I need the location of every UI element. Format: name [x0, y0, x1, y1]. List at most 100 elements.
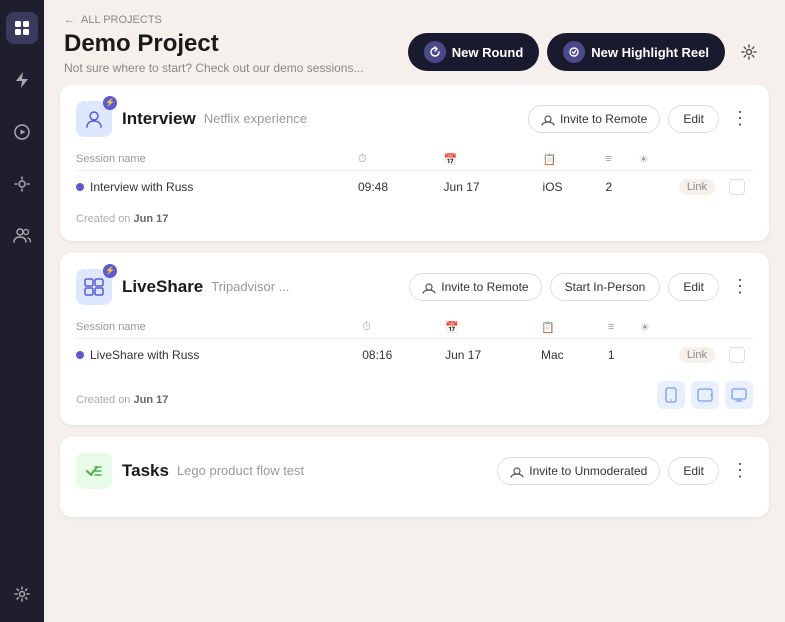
session-dot: [76, 183, 84, 191]
liveshare-start-button[interactable]: Start In-Person: [550, 273, 661, 301]
sidebar-icon-people[interactable]: [6, 220, 38, 252]
interview-more-button[interactable]: ⋮: [727, 106, 753, 131]
liveshare-card-icon: ⚡: [76, 269, 112, 305]
table-row: Interview with Russ 09:48 Jun 17 iOS 2 L…: [76, 170, 753, 203]
device-tablet-icon: [691, 381, 719, 409]
sidebar-icon-settings[interactable]: [6, 578, 38, 610]
cards-list: ⚡ Interview Netflix experience Invite to…: [44, 85, 785, 622]
ls-col-sun-icon: ☀: [640, 317, 679, 339]
sidebar-icon-play[interactable]: [6, 116, 38, 148]
table-row: LiveShare with Russ 08:16 Jun 17 Mac 1 L…: [76, 338, 753, 371]
liveshare-table: Session name ⏱ 📅 📋 ≡ ☀ L: [76, 317, 753, 371]
ls-session-link-cell: Link: [679, 338, 753, 371]
sidebar: [0, 0, 44, 622]
new-highlight-label: New Highlight Reel: [591, 45, 709, 60]
liveshare-subtitle: Tripadvisor ...: [211, 279, 289, 294]
col-sun-icon: ☀: [639, 149, 679, 171]
sidebar-icon-home[interactable]: [6, 12, 38, 44]
interview-table: Session name ⏱ 📅 📋 ≡ ☀ I: [76, 149, 753, 203]
page-subtitle: Not sure where to start? Check out our d…: [64, 61, 363, 75]
liveshare-more-button[interactable]: ⋮: [727, 274, 753, 299]
header-actions: New Round New Highlight Reel: [408, 33, 765, 71]
interview-card-icon: ⚡: [76, 101, 112, 137]
header-left: Demo Project Not sure where to start? Ch…: [64, 30, 363, 75]
liveshare-invite-button[interactable]: Invite to Remote: [409, 273, 541, 301]
col-time-icon: ⏱: [358, 149, 444, 171]
back-arrow-icon: ←: [64, 14, 75, 26]
tasks-subtitle: Lego product flow test: [177, 463, 304, 478]
tasks-card-header: Tasks Lego product flow test Invite to U…: [76, 453, 753, 489]
liveshare-start-label: Start In-Person: [565, 280, 646, 294]
ls-col-time-icon: ⏱: [362, 317, 445, 339]
new-round-icon: [424, 41, 446, 63]
session-name: Interview with Russ: [90, 180, 193, 194]
ls-col-count-icon: ≡: [608, 317, 640, 339]
session-date: Jun 17: [444, 170, 543, 203]
ls-session-platform: Mac: [541, 338, 608, 371]
settings-button[interactable]: [733, 36, 765, 68]
new-round-label: New Round: [452, 45, 524, 60]
ls-session-empty: [640, 338, 679, 371]
ls-col-platform-icon: 📋: [541, 317, 608, 339]
page-header: ← ALL PROJECTS Demo Project Not sure whe…: [44, 0, 785, 85]
col-date-icon: 📅: [444, 149, 543, 171]
col-platform-icon: 📋: [543, 149, 606, 171]
tasks-more-button[interactable]: ⋮: [727, 458, 753, 483]
ls-session-time: 08:16: [362, 338, 445, 371]
interview-invite-label: Invite to Remote: [560, 112, 647, 126]
session-count: 2: [606, 170, 639, 203]
tasks-edit-button[interactable]: Edit: [668, 457, 719, 485]
tasks-card: Tasks Lego product flow test Invite to U…: [60, 437, 769, 517]
breadcrumb-label: ALL PROJECTS: [81, 14, 162, 26]
interview-actions: Invite to Remote Edit ⋮: [528, 105, 753, 133]
sidebar-icon-sun[interactable]: [6, 168, 38, 200]
main-content: ← ALL PROJECTS Demo Project Not sure whe…: [44, 0, 785, 622]
interview-title: Interview: [122, 109, 196, 129]
row-checkbox[interactable]: [729, 179, 745, 195]
tasks-card-icon: [76, 453, 112, 489]
session-name-cell: Interview with Russ: [76, 180, 350, 194]
liveshare-edit-button[interactable]: Edit: [668, 273, 719, 301]
new-highlight-button[interactable]: New Highlight Reel: [547, 33, 725, 71]
device-phone-icon: [657, 381, 685, 409]
liveshare-card: ⚡ LiveShare Tripadvisor ... Invite to Re…: [60, 253, 769, 425]
interview-card-header: ⚡ Interview Netflix experience Invite to…: [76, 101, 753, 137]
interview-card: ⚡ Interview Netflix experience Invite to…: [60, 85, 769, 241]
interview-footer: Created on Jun 17: [76, 213, 753, 225]
liveshare-edit-label: Edit: [683, 280, 704, 294]
tasks-actions: Invite to Unmoderated Edit ⋮: [497, 457, 753, 485]
liveshare-footer: Created on Jun 17: [76, 394, 168, 406]
link-badge[interactable]: Link: [679, 179, 715, 195]
interview-edit-button[interactable]: Edit: [668, 105, 719, 133]
tasks-invite-button[interactable]: Invite to Unmoderated: [497, 457, 660, 485]
ls-row-checkbox[interactable]: [729, 347, 745, 363]
ls-col-date-icon: 📅: [445, 317, 541, 339]
ls-col-session-name: Session name: [76, 317, 362, 339]
new-highlight-icon: [563, 41, 585, 63]
liveshare-lightning-badge: ⚡: [103, 264, 117, 278]
breadcrumb[interactable]: ← ALL PROJECTS: [64, 14, 765, 26]
lightning-badge: ⚡: [103, 96, 117, 110]
liveshare-footer-row: Created on Jun 17: [76, 381, 753, 409]
tasks-edit-label: Edit: [683, 464, 704, 478]
col-session-name: Session name: [76, 149, 358, 171]
ls-session-name-cell: LiveShare with Russ: [76, 348, 354, 362]
new-round-button[interactable]: New Round: [408, 33, 540, 71]
liveshare-card-header: ⚡ LiveShare Tripadvisor ... Invite to Re…: [76, 269, 753, 305]
liveshare-actions: Invite to Remote Start In-Person Edit ⋮: [409, 273, 753, 301]
interview-subtitle: Netflix experience: [204, 111, 307, 126]
session-link-cell: Link: [679, 170, 753, 203]
ls-session-name: LiveShare with Russ: [90, 348, 199, 362]
ls-session-date: Jun 17: [445, 338, 541, 371]
ls-link-badge[interactable]: Link: [679, 347, 715, 363]
interview-edit-label: Edit: [683, 112, 704, 126]
session-time: 09:48: [358, 170, 444, 203]
device-icons: [657, 381, 753, 409]
liveshare-title: LiveShare: [122, 277, 203, 297]
session-empty: [639, 170, 679, 203]
interview-invite-button[interactable]: Invite to Remote: [528, 105, 660, 133]
device-desktop-icon: [725, 381, 753, 409]
session-platform: iOS: [543, 170, 606, 203]
sidebar-icon-lightning[interactable]: [6, 64, 38, 96]
tasks-invite-label: Invite to Unmoderated: [529, 464, 647, 478]
